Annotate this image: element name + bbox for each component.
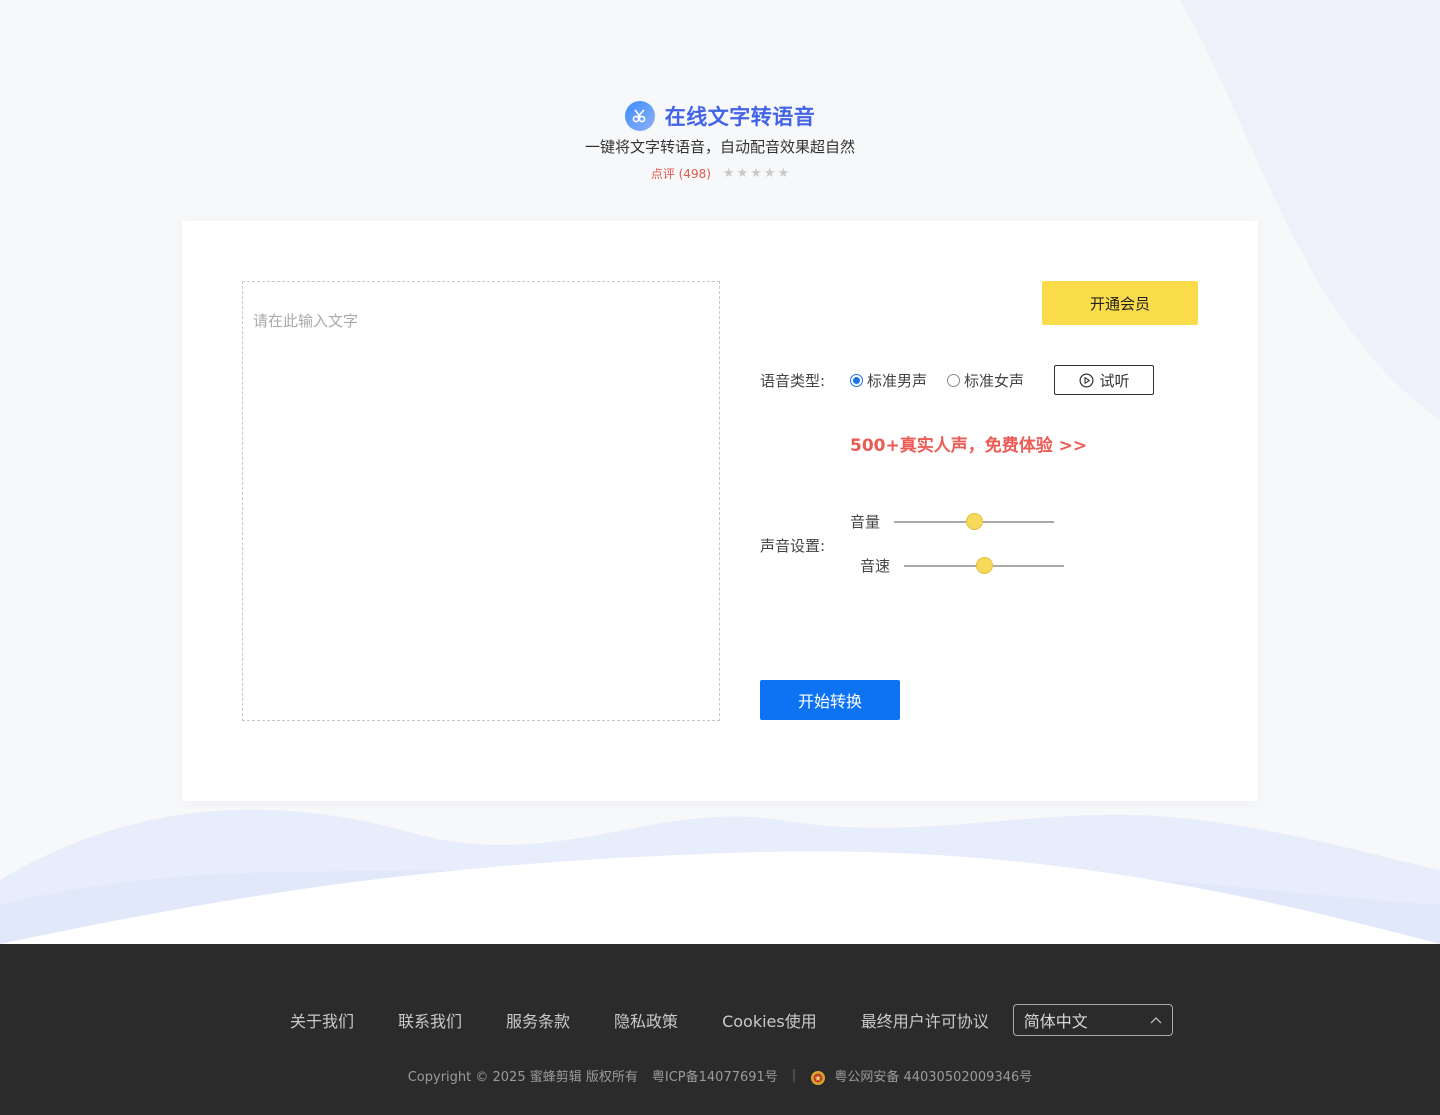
speed-label: 音速	[860, 557, 891, 575]
volume-slider-thumb[interactable]	[966, 512, 984, 530]
voice-option-male[interactable]: 标准男声	[850, 370, 927, 391]
voice-option-label: 标准男声	[867, 371, 928, 390]
review-link[interactable]: 点评 (498)	[651, 165, 711, 182]
icp-link[interactable]: 粤ICP备14077691号	[652, 1066, 778, 1085]
speed-slider-thumb[interactable]	[976, 556, 994, 574]
speed-slider[interactable]	[904, 556, 1065, 574]
preview-label: 试听	[1099, 371, 1130, 390]
preview-button[interactable]: 试听	[1054, 365, 1155, 395]
chevron-up-icon	[1150, 1017, 1162, 1024]
star-icon[interactable]: ★	[737, 166, 749, 181]
divider: |	[791, 1068, 797, 1084]
text-input[interactable]	[242, 281, 720, 721]
voice-option-female[interactable]: 标准女声	[947, 370, 1024, 391]
footer-link-eula[interactable]: 最终用户许可协议	[861, 1008, 989, 1032]
start-convert-button[interactable]: 开始转换	[760, 680, 900, 720]
police-record-link[interactable]: 粤公网安备 44030502009346号	[810, 1066, 1032, 1086]
star-icon[interactable]: ★	[750, 166, 762, 181]
copyright-text: Copyright © 2025 蜜蜂剪辑 版权所有	[407, 1070, 638, 1086]
page-subtitle: 一键将文字转语音，自动配音效果超自然	[584, 138, 855, 156]
scissors-logo-icon	[624, 101, 655, 131]
star-icon[interactable]: ★	[764, 166, 776, 181]
promo-link[interactable]: 500+真实人声，免费体验 >>	[850, 431, 1087, 456]
volume-slider[interactable]	[894, 512, 1055, 530]
vip-button[interactable]: 开通会员	[1042, 281, 1198, 325]
hero: 在线文字转语音 一键将文字转语音，自动配音效果超自然 点评 (498) ★ ★ …	[0, 98, 1440, 182]
footer: 关于我们 联系我们 服务条款 隐私政策 Cookies使用 最终用户许可协议 简…	[0, 944, 1440, 1115]
star-icon[interactable]: ★	[778, 166, 790, 181]
voice-type-row: 语音类型: 标准男声 标准女声 试听	[760, 365, 1155, 395]
voice-option-label: 标准女声	[964, 371, 1025, 390]
page-title: 在线文字转语音	[664, 105, 816, 129]
footer-link-terms[interactable]: 服务条款	[506, 1008, 570, 1032]
language-select[interactable]: 简体中文	[1012, 1004, 1173, 1036]
converter-card: 开通会员 语音类型: 标准男声 标准女声 试听 500+真实人声，免费体验 >>…	[182, 221, 1258, 801]
star-icon[interactable]: ★	[723, 166, 735, 181]
police-record-text: 粤公网安备 44030502009346号	[834, 1070, 1033, 1085]
footer-link-about[interactable]: 关于我们	[290, 1008, 354, 1032]
rating-row: 点评 (498) ★ ★ ★ ★ ★	[0, 165, 1440, 182]
star-rating[interactable]: ★ ★ ★ ★ ★	[723, 166, 789, 181]
footer-nav: 关于我们 联系我们 服务条款 隐私政策 Cookies使用 最终用户许可协议 简…	[290, 1004, 1173, 1036]
language-value: 简体中文	[1023, 1012, 1088, 1031]
voice-type-label: 语音类型:	[760, 371, 826, 390]
copyright-row: Copyright © 2025 蜜蜂剪辑 版权所有 粤ICP备14077691…	[0, 1066, 1440, 1086]
play-circle-icon	[1079, 373, 1094, 387]
footer-link-privacy[interactable]: 隐私政策	[614, 1008, 678, 1032]
radio-unchecked-icon[interactable]	[947, 373, 961, 387]
police-badge-icon	[811, 1070, 826, 1085]
volume-label: 音量	[850, 513, 881, 531]
footer-link-contact[interactable]: 联系我们	[398, 1008, 462, 1032]
radio-checked-icon[interactable]	[850, 373, 863, 387]
sound-settings-label: 声音设置:	[760, 537, 826, 555]
volume-control: 音量	[850, 511, 1055, 532]
title-row: 在线文字转语音	[0, 98, 1440, 134]
footer-link-cookies[interactable]: Cookies使用	[722, 1008, 817, 1032]
speed-control: 音速	[860, 555, 1065, 576]
